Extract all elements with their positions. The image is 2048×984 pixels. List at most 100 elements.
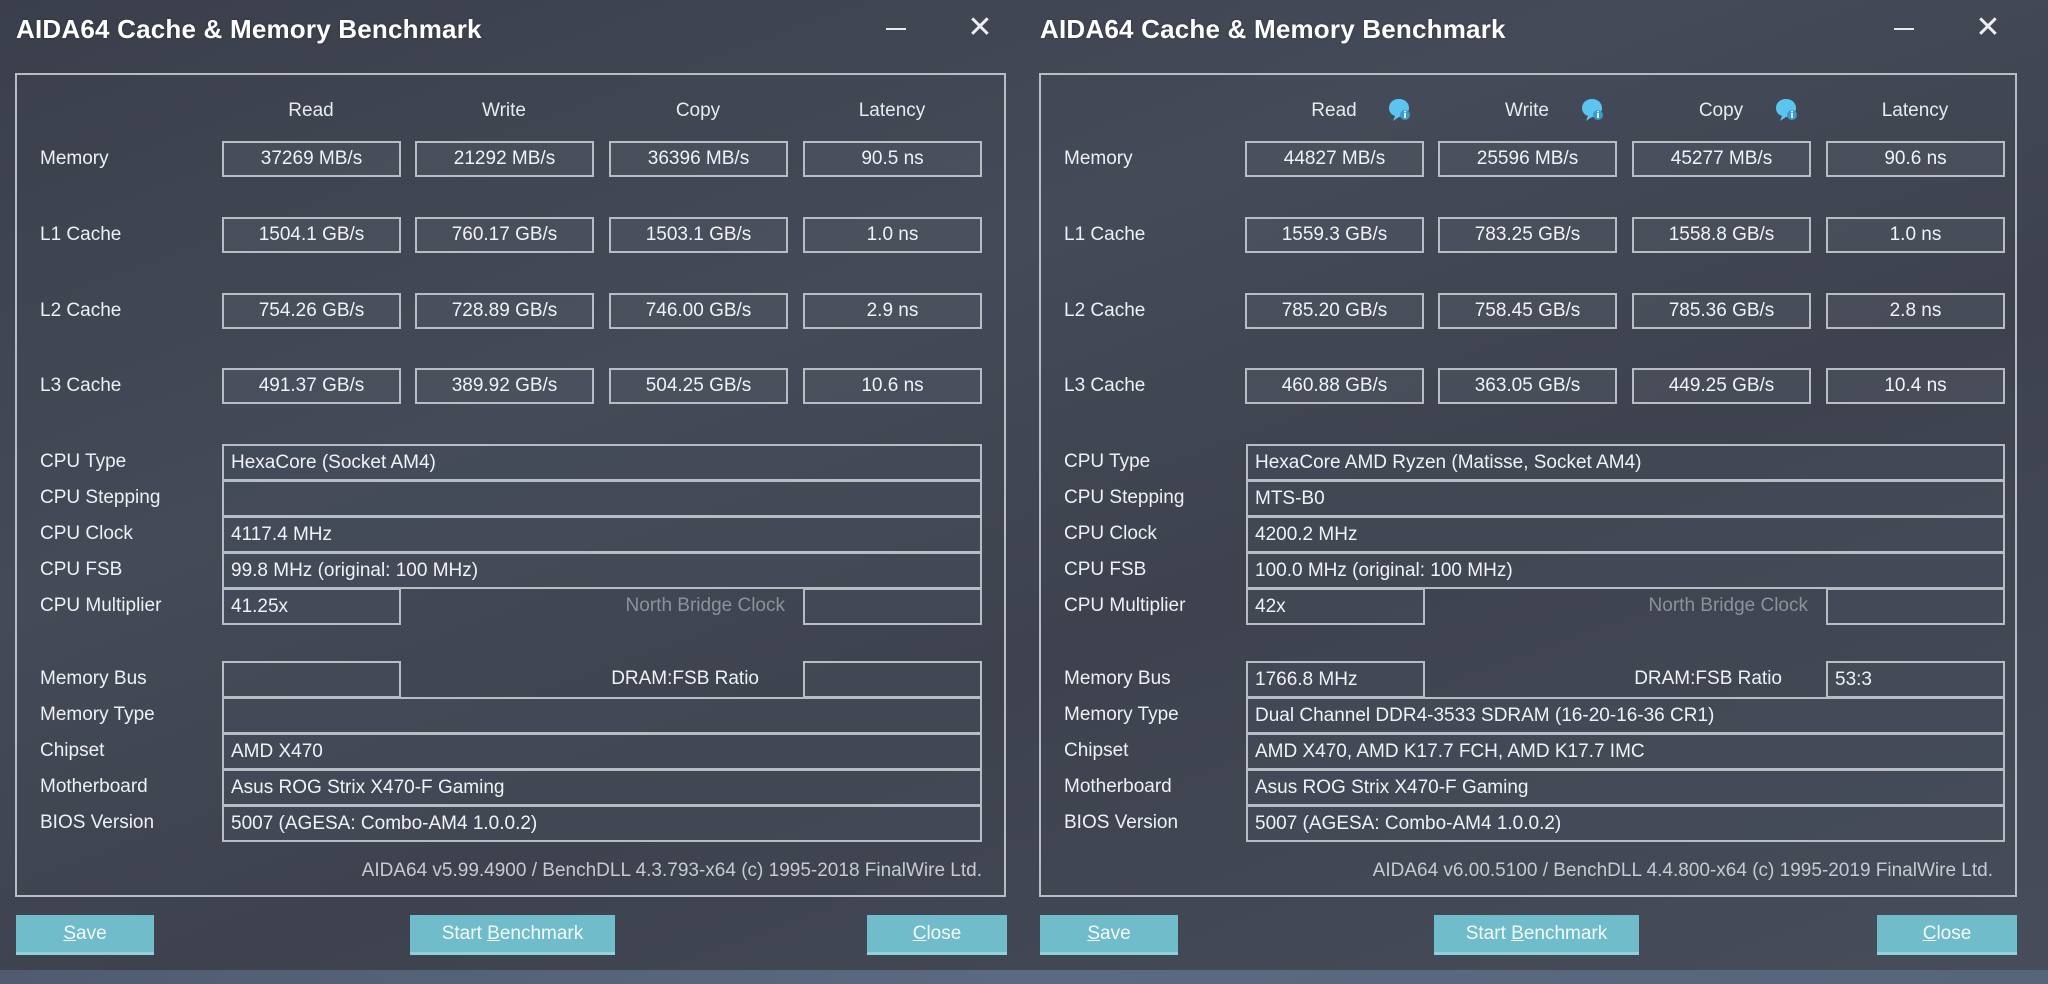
version-copyright-text: AIDA64 v5.99.4900 / BenchDLL 4.3.793-x64… [361,860,982,881]
info-bubble-icon-svg [1776,99,1797,121]
cpu-fsb-label: CPU FSB [40,559,123,580]
close-button[interactable]: Close [867,915,1007,955]
l1-cache-copy-value: 1558.8 GB/s [1632,217,1811,253]
cpu-multiplier-label: CPU Multiplier [40,595,162,616]
l2-cache-copy-value: 746.00 GB/s [609,293,788,329]
start-benchmark-button[interactable]: Start Benchmark [410,915,615,955]
row-label-l1-cache: L1 Cache [40,224,122,245]
cpu-multiplier-field: 41.25x [222,588,401,625]
close-icon[interactable]: ✕ [1970,10,2006,46]
close-icon[interactable]: ✕ [962,10,998,46]
l3-cache-read-value: 460.88 GB/s [1245,368,1424,404]
start-benchmark-button-label-prefix: Start [441,923,488,944]
cpu-fsb-field: 100.0 MHz (original: 100 MHz) [1246,552,2005,589]
north-bridge-clock-field [803,588,982,625]
info-bubble-icon[interactable] [1772,96,1800,124]
memory-type-label: Memory Type [1064,704,1179,725]
cpu-clock-field: 4200.2 MHz [1246,516,2005,553]
l3-cache-copy-value: 449.25 GB/s [1632,368,1811,404]
motherboard-label: Motherboard [1064,776,1172,797]
start-benchmark-button-accelerator-key: B [487,923,500,944]
cpu-multiplier-label: CPU Multiplier [1064,595,1186,616]
save-button[interactable]: Save [1040,915,1178,955]
info-bubble-icon[interactable] [1578,96,1606,124]
l1-cache-read-value: 1504.1 GB/s [222,217,401,253]
info-bubble-icon[interactable] [1385,96,1413,124]
bios-version-label: BIOS Version [40,812,155,833]
close-button[interactable]: Close [1877,915,2017,955]
cpu-type-label: CPU Type [40,451,127,472]
start-benchmark-button-label-rest: enchmark [499,923,584,944]
save-button-label-rest: ave [76,923,107,944]
l2-cache-read-value: 754.26 GB/s [222,293,401,329]
bios-version-label: BIOS Version [1064,812,1179,833]
l2-cache-latency-value: 2.9 ns [803,293,982,329]
benchmark-window-left: AIDA64 Cache & Memory Benchmark ✕ Read Wr… [0,0,1024,970]
memory-bus-label: Memory Bus [40,668,147,689]
cpu-type-field: HexaCore (Socket AM4) [222,444,982,481]
save-button[interactable]: Save [16,915,154,955]
minimize-icon[interactable] [1882,16,1922,44]
close-button-accelerator-key: C [1922,923,1937,944]
start-benchmark-button[interactable]: Start Benchmark [1434,915,1639,955]
l2-cache-copy-value: 785.36 GB/s [1632,293,1811,329]
memory-latency-value: 90.6 ns [1826,141,2005,177]
l1-cache-latency-value: 1.0 ns [1826,217,2005,253]
cpu-clock-label: CPU Clock [1064,523,1157,544]
column-header-latency: Latency [858,100,926,121]
cpu-clock-field: 4117.4 MHz [222,516,982,553]
memory-read-value: 37269 MB/s [222,141,401,177]
l1-cache-copy-value: 1503.1 GB/s [609,217,788,253]
north-bridge-clock-label: North Bridge Clock [625,595,785,616]
close-button-accelerator-key: C [912,923,927,944]
motherboard-label: Motherboard [40,776,148,797]
bios-version-field: 5007 (AGESA: Combo-AM4 1.0.0.2) [1246,805,2005,842]
chipset-field: AMD X470, AMD K17.7 FCH, AMD K17.7 IMC [1246,733,2005,770]
cpu-type-label: CPU Type [1064,451,1151,472]
l3-cache-latency-value: 10.4 ns [1826,368,2005,404]
bios-version-field: 5007 (AGESA: Combo-AM4 1.0.0.2) [222,805,982,842]
cpu-stepping-label: CPU Stepping [1064,487,1185,508]
l3-cache-read-value: 491.37 GB/s [222,368,401,404]
row-label-memory: Memory [40,148,109,169]
l1-cache-write-value: 760.17 GB/s [415,217,594,253]
l3-cache-write-value: 389.92 GB/s [415,368,594,404]
memory-copy-value: 45277 MB/s [1632,141,1811,177]
window-title: AIDA64 Cache & Memory Benchmark [16,14,482,44]
l2-cache-read-value: 785.20 GB/s [1245,293,1424,329]
cpu-clock-label: CPU Clock [40,523,133,544]
minimize-icon[interactable] [874,16,914,44]
row-label-memory: Memory [1064,148,1133,169]
cpu-multiplier-field: 42x [1246,588,1425,625]
start-benchmark-button-label-prefix: Start [1465,923,1512,944]
chipset-label: Chipset [40,740,105,761]
memory-bus-label: Memory Bus [1064,668,1171,689]
dram-fsb-ratio-label: DRAM:FSB Ratio [611,668,759,689]
column-header-write: Write [482,100,526,121]
benchmark-window-right: AIDA64 Cache & Memory Benchmark ✕ Read Wr… [1024,0,2048,970]
memory-type-field [222,697,982,734]
taskbar-strip [0,970,2048,984]
memory-bus-field: 1766.8 MHz [1246,661,1425,698]
chipset-label: Chipset [1064,740,1129,761]
close-button-label-rest: lose [1936,923,1972,944]
memory-bus-field [222,661,401,698]
dram-fsb-ratio-field: 53:3 [1826,661,2005,698]
l2-cache-write-value: 728.89 GB/s [415,293,594,329]
chipset-field: AMD X470 [222,733,982,770]
l3-cache-copy-value: 504.25 GB/s [609,368,788,404]
close-button-label-rest: lose [926,923,962,944]
north-bridge-clock-field [1826,588,2005,625]
l2-cache-latency-value: 2.8 ns [1826,293,2005,329]
l1-cache-write-value: 783.25 GB/s [1438,217,1617,253]
l2-cache-write-value: 758.45 GB/s [1438,293,1617,329]
dram-fsb-ratio-field [803,661,982,698]
start-benchmark-button-label-rest: enchmark [1523,923,1608,944]
dram-fsb-ratio-label: DRAM:FSB Ratio [1634,668,1782,689]
save-button-label-rest: ave [1100,923,1131,944]
column-header-read: Read [288,100,334,121]
window-title: AIDA64 Cache & Memory Benchmark [1040,14,1506,44]
cpu-type-field: HexaCore AMD Ryzen (Matisse, Socket AM4) [1246,444,2005,481]
memory-copy-value: 36396 MB/s [609,141,788,177]
memory-write-value: 25596 MB/s [1438,141,1617,177]
